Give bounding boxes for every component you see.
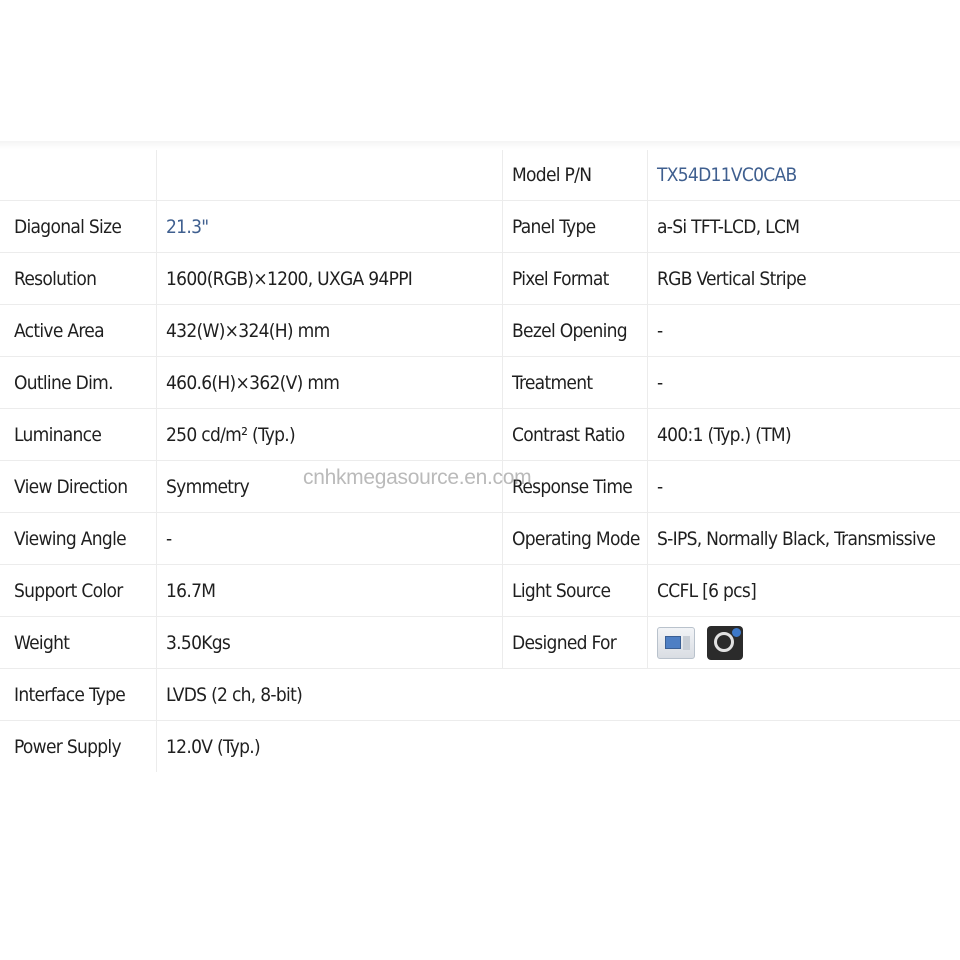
table-row: Outline Dim. 460.6(H)×362(V) mm Treatmen… — [0, 356, 960, 409]
model-number: TX54D11VC0CAB — [647, 150, 960, 201]
spec-label: Treatment — [502, 356, 648, 409]
spec-label: Model P/N — [502, 150, 648, 201]
spec-label: Panel Type — [502, 200, 648, 253]
spec-label: Power Supply — [14, 735, 122, 758]
table-row: Viewing Angle - Operating Mode S-IPS, No… — [0, 512, 960, 565]
spec-value: - — [647, 356, 960, 409]
spec-label: Bezel Opening — [502, 304, 648, 357]
table-row: Active Area 432(W)×324(H) mm Bezel Openi… — [0, 304, 960, 357]
spec-value: - — [647, 460, 960, 513]
table-row: Luminance 250 cd/m² (Typ.) Contrast Rati… — [0, 408, 960, 461]
empty-cell — [648, 721, 960, 773]
spec-value: LVDS (2 ch, 8-bit) — [156, 668, 503, 721]
table-row: Support Color 16.7M Light Source CCFL [6… — [0, 564, 960, 617]
spec-label: Diagonal Size — [0, 200, 157, 253]
spec-label: Weight — [0, 616, 157, 669]
spec-value: 12.0V (Typ.) — [156, 720, 503, 772]
spec-value: 432(W)×324(H) mm — [156, 304, 503, 357]
spec-value: 3.50Kgs — [156, 616, 503, 669]
empty-cell — [502, 668, 648, 721]
spec-value: 21.3" — [156, 200, 503, 253]
spec-value: - — [647, 304, 960, 357]
empty-cell — [156, 150, 503, 201]
table-row: Interface Type LVDS (2 ch, 8-bit) — [0, 668, 960, 721]
medical-scanner-icon — [707, 625, 743, 660]
spec-value: RGB Vertical Stripe — [647, 252, 960, 305]
spec-label: Contrast Ratio — [502, 408, 648, 461]
spec-value: Symmetry — [156, 460, 503, 513]
empty-cell — [647, 668, 960, 721]
table-row: Weight 3.50Kgs Designed For — [0, 616, 960, 669]
spec-label: Resolution — [0, 252, 157, 305]
spec-value: 16.7M — [156, 564, 503, 617]
top-divider — [0, 141, 960, 149]
spec-value: - — [156, 512, 503, 565]
spec-label: Response Time — [502, 460, 648, 513]
spec-value: 460.6(H)×362(V) mm — [156, 356, 503, 409]
spec-value: a-Si TFT-LCD, LCM — [647, 200, 960, 253]
spec-table: Model P/N TX54D11VC0CAB Diagonal Size 21… — [0, 150, 960, 772]
spec-label: Outline Dim. — [0, 356, 157, 409]
spec-label: View Direction — [0, 460, 157, 513]
spec-label: Operating Mode — [502, 512, 648, 565]
spec-value: 400:1 (Typ.) (TM) — [647, 408, 960, 461]
spec-label: Light Source — [502, 564, 648, 617]
spec-label: Interface Type — [0, 668, 157, 721]
medical-monitor-icon — [657, 626, 695, 659]
table-row: Power Supply 12.0V (Typ.) — [0, 720, 960, 773]
empty-cell — [0, 150, 157, 201]
spec-label: Support Color — [0, 564, 157, 617]
spec-value: 1600(RGB)×1200, UXGA 94PPI — [156, 252, 503, 305]
spec-label: Luminance — [0, 408, 157, 461]
spec-label: Pixel Format — [502, 252, 648, 305]
table-row: Resolution 1600(RGB)×1200, UXGA 94PPI Pi… — [0, 252, 960, 305]
spec-value: 250 cd/m² (Typ.) — [156, 408, 503, 461]
table-row: Diagonal Size 21.3" Panel Type a-Si TFT-… — [0, 200, 960, 253]
empty-cell — [503, 721, 648, 773]
spec-value: CCFL [6 pcs] — [647, 564, 960, 617]
table-row: Model P/N TX54D11VC0CAB — [0, 150, 960, 201]
spec-value: S-IPS, Normally Black, Transmissive — [647, 512, 960, 565]
spec-label: Designed For — [502, 616, 648, 669]
table-row: View Direction Symmetry Response Time - — [0, 460, 960, 513]
spec-label: Active Area — [0, 304, 157, 357]
designed-for-images — [647, 616, 960, 669]
spec-label: Viewing Angle — [0, 512, 157, 565]
